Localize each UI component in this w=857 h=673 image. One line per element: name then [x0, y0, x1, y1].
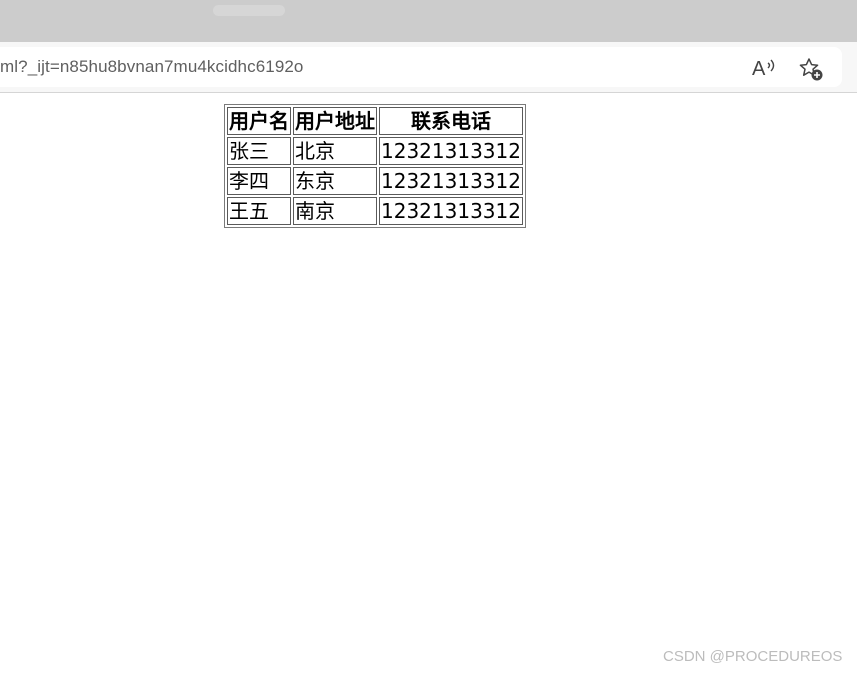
- cell-phone: 12321313312: [379, 137, 523, 165]
- user-table: 用户名 用户地址 联系电话 张三 北京 12321313312 李四 东京 12…: [224, 104, 526, 228]
- cell-address: 东京: [293, 167, 377, 195]
- cell-username: 王五: [227, 197, 291, 225]
- read-aloud-icon[interactable]: A: [752, 57, 778, 81]
- cell-address: 北京: [293, 137, 377, 165]
- cell-username: 张三: [227, 137, 291, 165]
- browser-toolbar: ml?_ijt=n85hu8bvnan7mu4kcidhc6192o A: [0, 42, 857, 93]
- read-aloud-glyph: A: [752, 58, 766, 80]
- cell-phone: 12321313312: [379, 197, 523, 225]
- table-header-row: 用户名 用户地址 联系电话: [227, 107, 523, 135]
- table-row: 张三 北京 12321313312: [227, 137, 523, 165]
- header-address: 用户地址: [293, 107, 377, 135]
- cell-address: 南京: [293, 197, 377, 225]
- table-row: 李四 东京 12321313312: [227, 167, 523, 195]
- address-bar[interactable]: ml?_ijt=n85hu8bvnan7mu4kcidhc6192o A: [0, 47, 842, 87]
- browser-tab-strip: [0, 0, 857, 42]
- add-favorite-icon[interactable]: [798, 56, 824, 82]
- header-username: 用户名: [227, 107, 291, 135]
- cell-phone: 12321313312: [379, 167, 523, 195]
- cell-username: 李四: [227, 167, 291, 195]
- table-row: 王五 南京 12321313312: [227, 197, 523, 225]
- header-phone: 联系电话: [379, 107, 523, 135]
- watermark: CSDN @PROCEDUREOS: [663, 648, 843, 665]
- tab-drag-handle[interactable]: [213, 5, 285, 16]
- url-text[interactable]: ml?_ijt=n85hu8bvnan7mu4kcidhc6192o: [0, 57, 303, 77]
